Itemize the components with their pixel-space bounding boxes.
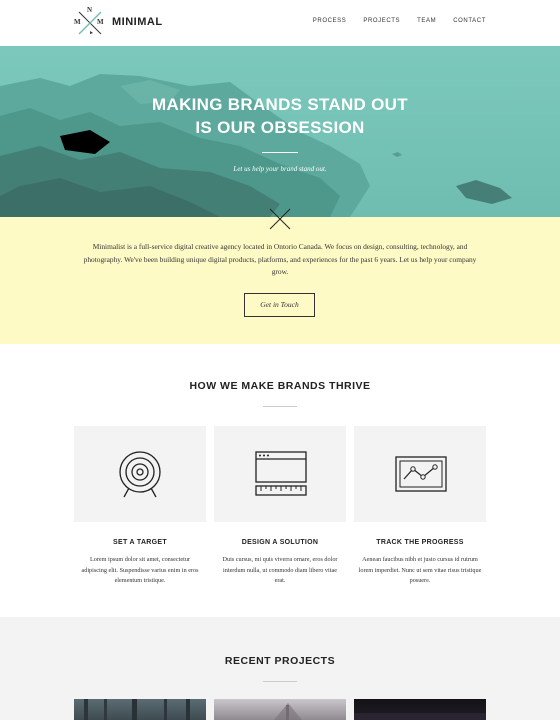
hero-divider [262,152,298,153]
feature-card-track: TRACK THE PROGRESS Aenean faucibus nibh … [354,426,486,587]
feature-text: Aenean faucibus nibh et justo cursus id … [358,556,482,584]
feature-title: TRACK THE PROGRESS [376,539,464,546]
feature-title: DESIGN A SOLUTION [241,539,319,546]
recent-projects-section: RECENT PROJECTS [0,617,560,720]
section-title-recent: RECENT PROJECTS [224,655,336,667]
section-title-how: HOW WE MAKE BRANDS THRIVE [189,380,371,392]
section-divider [263,681,297,682]
feature-text: Duis cursus, mi quis viverra ornare, ero… [222,556,338,584]
project-image-forest [84,699,190,720]
section-divider [263,406,297,407]
get-in-touch-button[interactable]: Get in Touch [244,293,315,317]
feature-tile [354,426,486,522]
hero-title-line-2: IS OUR OBSESSION [195,118,365,137]
project-thumbnail[interactable] [354,699,486,720]
project-thumbnail[interactable] [214,699,346,720]
feature-tile [74,426,206,522]
logo-letter-m-left: M [74,18,81,26]
hero-section: MAKING BRANDS STAND OUT IS OUR OBSESSION… [0,46,560,217]
browser-ruler-icon [255,451,307,496]
hero-subtitle: Let us help your brand stand out. [233,165,327,173]
nav-projects[interactable]: PROJECTS [363,18,400,24]
nav-contact[interactable]: CONTACT [453,18,486,24]
nav-process[interactable]: PROCESS [313,18,347,24]
hero-title: MAKING BRANDS STAND OUT IS OUR OBSESSION [0,93,560,139]
target-icon [119,451,161,498]
site-header: N M M MINIMAL PROCESS PROJECTS TEAM CONT… [0,0,560,46]
project-image-dark [354,713,486,720]
intro-text: Minimalist is a full-service digital cre… [83,242,477,276]
feature-text: Lorem ipsum dolor sit amet, consectetur … [81,556,199,584]
project-image-mist [274,703,302,720]
hero-title-line-1: MAKING BRANDS STAND OUT [152,95,408,114]
brand-name[interactable]: MINIMAL [112,16,163,28]
logo-letter-n: N [87,6,93,14]
main-nav: PROCESS PROJECTS TEAM CONTACT [313,18,486,24]
nav-team[interactable]: TEAM [417,18,436,24]
line-chart-icon [395,456,447,492]
feature-card-target: SET A TARGET Lorem ipsum dolor sit amet,… [74,426,206,587]
logo-letter-m-right: M [97,18,104,26]
feature-tile [214,426,346,522]
logo[interactable]: N M M [74,6,106,39]
intro-section: Minimalist is a full-service digital cre… [0,208,560,344]
project-thumbnail[interactable] [74,699,206,720]
cross-icon [269,208,291,230]
feature-title: SET A TARGET [113,539,167,546]
feature-card-design: DESIGN A SOLUTION Duis cursus, mi quis v… [214,426,346,587]
